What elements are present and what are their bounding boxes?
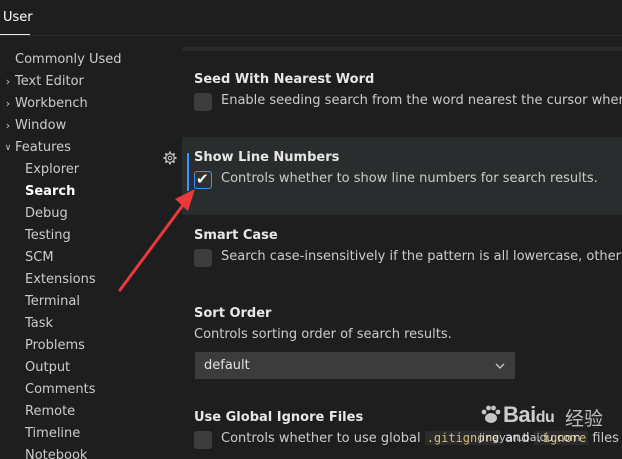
description-text: Controls whether to use global [221, 431, 425, 446]
setting-title: Smart Case [194, 228, 278, 243]
gear-icon[interactable] [163, 151, 177, 165]
settings-list[interactable]: Seed With Nearest Word Enable seeding se… [182, 51, 622, 459]
use-global-ignore-files-checkbox[interactable] [194, 431, 212, 449]
toc-item-label: Features [15, 140, 71, 155]
description-text: files when s [592, 431, 622, 446]
code-gitignore: .gitignore [424, 431, 501, 445]
setting-title: Sort Order [194, 306, 272, 321]
toc-item-label: Commonly Used [15, 52, 122, 67]
toc-item-remote[interactable]: Remote [25, 401, 75, 423]
tab-user[interactable]: User [0, 0, 33, 35]
toc-item-features[interactable]: ∨ Features [5, 137, 71, 159]
toc-item-testing[interactable]: Testing [25, 225, 71, 247]
sort-order-select[interactable]: default [195, 352, 515, 379]
toc-item-label: Workbench [15, 96, 88, 111]
setting-title: Use Global Ignore Files [194, 410, 364, 425]
seed-with-nearest-word-checkbox[interactable] [194, 93, 212, 111]
setting-description: Controls sorting order of search results… [194, 327, 452, 342]
toc-item-search[interactable]: Search [25, 181, 75, 203]
chevron-down-icon [495, 363, 505, 369]
toc-item-task[interactable]: Task [25, 313, 53, 335]
toc-item-output[interactable]: Output [25, 357, 70, 379]
settings-window: User Commonly Used › Text Editor › Workb… [0, 0, 622, 459]
chevron-right-icon: › [5, 119, 11, 132]
setting-title: Show Line Numbers [194, 150, 340, 165]
toc-item-problems[interactable]: Problems [25, 335, 85, 357]
select-value: default [204, 358, 250, 373]
chevron-down-icon: ∨ [4, 143, 12, 153]
toc-item-workbench[interactable]: › Workbench [6, 93, 88, 115]
code-ignore: .ignore [533, 431, 589, 445]
setting-description: Enable seeding search from the word near… [221, 93, 622, 108]
toc-item-window[interactable]: › Window [6, 115, 67, 137]
toc-item-comments[interactable]: Comments [25, 379, 95, 401]
check-icon: ✔ [196, 170, 209, 188]
description-text: and [500, 431, 534, 446]
toc-item-notebook[interactable]: Notebook [25, 445, 87, 459]
toc-item-label: Text Editor [15, 74, 84, 89]
setting-description: Search case-insensitively if the pattern… [221, 249, 622, 264]
chevron-right-icon: › [5, 75, 11, 88]
settings-toc-sidebar: Commonly Used › Text Editor › Workbench … [0, 47, 182, 459]
toc-item-timeline[interactable]: Timeline [25, 423, 80, 445]
setting-description: Controls whether to use global .gitignor… [221, 431, 622, 446]
setting-description: Controls whether to show line numbers fo… [221, 171, 598, 186]
toc-item-terminal[interactable]: Terminal [25, 291, 80, 313]
show-line-numbers-checkbox[interactable]: ✔ [194, 170, 212, 189]
focus-indicator [187, 153, 189, 191]
toc-item-debug[interactable]: Debug [25, 203, 68, 225]
toc-item-extensions[interactable]: Extensions [25, 269, 96, 291]
toc-item-text-editor[interactable]: › Text Editor [6, 71, 84, 93]
toc-item-explorer[interactable]: Explorer [25, 159, 79, 181]
setting-title: Seed With Nearest Word [194, 72, 375, 87]
toc-item-commonly-used[interactable]: Commonly Used [15, 49, 122, 71]
chevron-right-icon: › [5, 97, 11, 110]
smart-case-checkbox[interactable] [194, 249, 212, 267]
toc-item-scm[interactable]: SCM [25, 247, 54, 269]
toc-item-label: Window [15, 118, 67, 133]
settings-scope-tabbar: User [0, 0, 622, 36]
